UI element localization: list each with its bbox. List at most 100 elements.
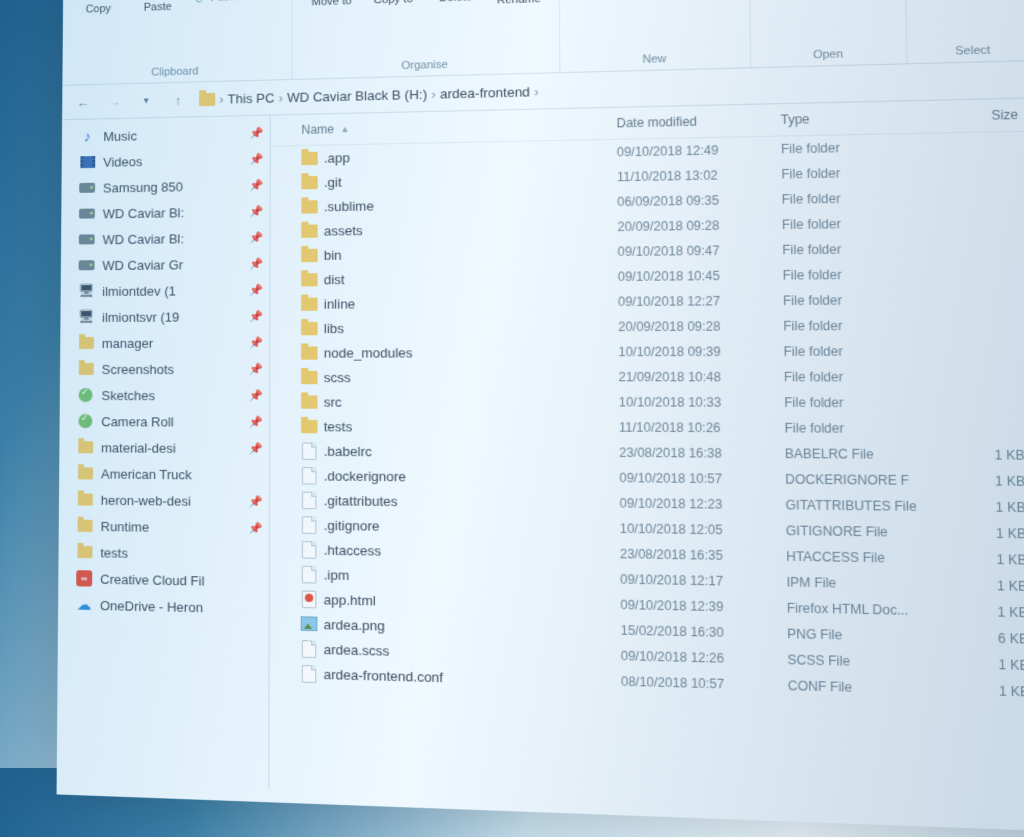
file-date: 15/02/2018 16:30 — [620, 623, 787, 642]
breadcrumb-item[interactable]: WD Caviar Black B (H:) — [287, 86, 427, 104]
drive-icon — [79, 180, 95, 196]
pin-icon: 📌 — [249, 415, 263, 428]
delete-button[interactable]: ✕Delete — [426, 0, 485, 9]
ribbon-clipboard-label: Clipboard — [151, 65, 198, 82]
pin-icon: 📌 — [250, 126, 264, 139]
properties-button[interactable]: Properties — [760, 0, 823, 4]
folder-icon — [301, 393, 318, 409]
file-date: 23/08/2018 16:38 — [619, 445, 785, 461]
pin-icon: 📌 — [250, 205, 264, 218]
file-date: 09/10/2018 12:26 — [621, 648, 788, 667]
breadcrumb-item[interactable]: This PC — [228, 90, 275, 106]
file-type: File folder — [783, 344, 942, 359]
move-to-button[interactable]: Move to — [303, 0, 360, 13]
ribbon-open-label: Open — [813, 48, 843, 66]
file-name: node_modules — [324, 345, 413, 361]
col-size[interactable]: Size — [938, 107, 1018, 124]
sidebar-item[interactable]: ☁OneDrive - Heron — [58, 591, 269, 622]
nav-recent-button[interactable]: ▾ — [135, 89, 157, 111]
rename-button[interactable]: Rename — [489, 0, 548, 7]
file-name: .dockerignore — [324, 468, 406, 484]
sidebar-item[interactable]: material-desi📌 — [59, 434, 269, 462]
list-item[interactable]: scss21/09/2018 10:48File folder — [270, 364, 1024, 390]
nav-back-button[interactable]: ← — [72, 91, 94, 113]
folder-icon — [77, 491, 93, 507]
folder-icon — [301, 320, 317, 336]
paste-shortcut-button[interactable]: 📎Paste shortcut — [190, 0, 282, 8]
sidebar-item[interactable]: Camera Roll 📌 — [60, 408, 270, 435]
sidebar-item[interactable]: tests — [58, 539, 268, 569]
sidebar-item[interactable]: WD Caviar Gr📌 — [61, 250, 270, 278]
copy-to-button[interactable]: Copy to — [364, 0, 422, 11]
col-date[interactable]: Date modified — [616, 112, 780, 130]
sidebar-item[interactable]: Sketches📌 — [60, 382, 269, 409]
ribbon-group-select: ☑Select all ☐Select none ◩Invert selecti… — [906, 0, 1024, 63]
ribbon-select-label: Select — [955, 44, 990, 62]
computer-icon: 🖥 — [78, 309, 94, 325]
file-name: dist — [324, 271, 345, 286]
sidebar-item[interactable]: ∞Creative Cloud Fil — [58, 565, 269, 595]
sidebar-item[interactable]: heron-web-desi📌 — [59, 486, 269, 515]
sort-asc-icon: ▲ — [340, 124, 349, 134]
file-date: 09/10/2018 12:27 — [618, 293, 783, 309]
history-button[interactable]: 🕑History — [827, 0, 894, 2]
computer-icon: 🖥 — [78, 283, 94, 299]
new-folder-button[interactable]: New folder — [571, 0, 631, 1]
col-type[interactable]: Type — [781, 109, 939, 127]
nav-forward-button[interactable]: → — [103, 90, 125, 112]
sidebar-item[interactable]: Screenshots📌 — [60, 356, 269, 382]
sidebar-item-label: Runtime — [101, 518, 150, 534]
breadcrumb-item[interactable]: ardea-frontend — [440, 84, 530, 101]
list-item[interactable]: libs20/09/2018 09:28File folder — [270, 311, 1024, 340]
folder-icon — [301, 247, 317, 263]
col-name[interactable]: Name ▲ — [301, 116, 616, 137]
ribbon-group-organise: Move to Copy to ✕Delete Rename Organise — [293, 0, 561, 79]
copy-button[interactable]: 📋Copy — [71, 0, 126, 17]
file-name: scss — [324, 369, 351, 384]
file-date: 11/10/2018 10:26 — [619, 420, 785, 436]
pin-icon: 📌 — [249, 257, 263, 270]
sidebar-item-label: Camera Roll — [101, 414, 174, 429]
file-date: 10/10/2018 12:05 — [620, 521, 786, 538]
sidebar-item-label: ilmiontsvr (19 — [102, 309, 179, 324]
ribbon-group-clipboard: 📋Copy 📋Paste 🔗Copy path 📎Paste shortcut … — [70, 0, 293, 85]
nav-up-button[interactable]: ↑ — [167, 89, 189, 111]
file-date: 23/08/2018 16:35 — [620, 547, 786, 564]
sidebar-item-label: ilmiontdev (1 — [102, 283, 176, 299]
sidebar-item[interactable]: Videos📌 — [62, 146, 270, 176]
file-name: libs — [324, 320, 344, 335]
sidebar-item-label: Screenshots — [102, 361, 174, 376]
sidebar-item[interactable]: manager📌 — [60, 329, 269, 356]
sidebar-item[interactable]: WD Caviar Bl:📌 — [61, 198, 269, 227]
sidebar-item[interactable]: 🖥 ilmiontsvr (19 📌 — [60, 303, 269, 330]
sidebar-item-label: OneDrive - Heron — [100, 597, 203, 614]
file-type: File folder — [784, 395, 943, 410]
sidebar-item[interactable]: ♪Music📌 — [62, 120, 270, 150]
folder-icon — [301, 418, 318, 434]
file-size: 1 KB — [945, 525, 1024, 541]
list-item[interactable]: node_modules10/10/2018 09:39File folder — [270, 338, 1024, 365]
file-type: GITATTRIBUTES File — [785, 498, 944, 515]
sidebar-item[interactable]: Samsung 850📌 — [61, 172, 269, 201]
file-type: PNG File — [787, 626, 947, 645]
sidebar-item[interactable]: 🖥ilmiontdev (1📌 — [61, 277, 270, 305]
file-type: File folder — [783, 318, 941, 334]
paste-button[interactable]: 📋Paste — [130, 0, 186, 15]
file-type: File folder — [782, 215, 940, 232]
sidebar-item-label: American Truck — [101, 466, 192, 482]
sidebar-item[interactable]: WD Caviar Bl:📌 — [61, 224, 270, 252]
file-type: SCSS File — [787, 652, 947, 671]
file-size: 1 KB — [944, 447, 1024, 463]
file-type: File folder — [783, 292, 941, 308]
sidebar-item-label: Sketches — [101, 388, 155, 403]
list-item[interactable]: src10/10/2018 10:33File folder — [270, 389, 1024, 417]
sidebar-item[interactable]: American Truck — [59, 460, 269, 488]
sidebar-item[interactable]: Runtime📌 — [59, 512, 269, 541]
file-size — [940, 248, 1021, 249]
drive-icon — [79, 231, 95, 247]
pin-icon: 📌 — [249, 442, 263, 455]
file-icon — [301, 492, 318, 509]
file-type: File folder — [784, 370, 943, 385]
file-size — [939, 170, 1019, 171]
pin-icon: 📌 — [249, 310, 263, 323]
